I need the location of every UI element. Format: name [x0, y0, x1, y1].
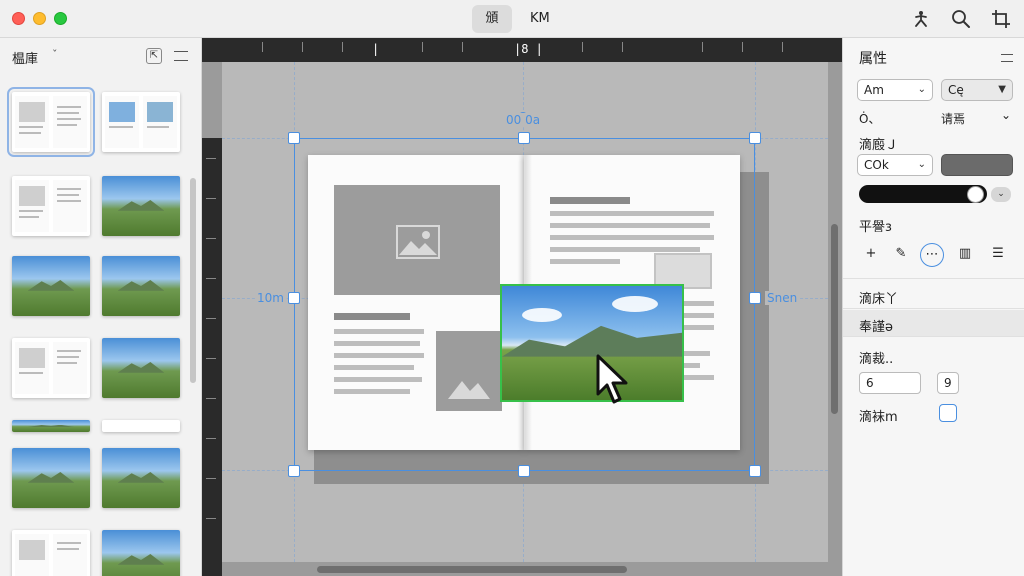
chevron-down-icon: ⌄	[917, 84, 926, 95]
selection-bounding-box[interactable]	[294, 138, 755, 471]
panel-title: 属性	[859, 51, 887, 67]
caret-down-icon: ▼	[998, 84, 1006, 95]
resize-handle-top[interactable]	[518, 132, 530, 144]
thumbnail-page-9[interactable]	[12, 420, 90, 432]
list-item-2[interactable]: 奉謹ǝ	[859, 316, 893, 335]
canvas-vertical-scrollbar[interactable]	[831, 224, 838, 414]
number-input-1[interactable]: 6	[859, 372, 921, 394]
title-bar: 頒圓 KM	[0, 0, 1024, 54]
chevron-down-icon: ⌄	[917, 159, 926, 170]
page-thumbnails-sidebar: 榅庫 ˇ ⇱	[0, 38, 202, 576]
resize-handle-bottom-right[interactable]	[749, 465, 761, 477]
font-select-value: Am	[864, 83, 884, 97]
resize-handle-top-left[interactable]	[288, 132, 300, 144]
resize-handle-right[interactable]	[749, 292, 761, 304]
thumbnail-page-11[interactable]	[12, 448, 90, 508]
row1-label: Ȯ、	[859, 112, 881, 126]
font-select[interactable]: Am ⌄	[857, 79, 933, 101]
resize-handle-bottom-left[interactable]	[288, 465, 300, 477]
pen-icon[interactable]: ✎	[889, 243, 913, 267]
thumbnail-page-12[interactable]	[102, 448, 180, 508]
slider-dropdown-icon[interactable]: ⌄	[991, 187, 1011, 202]
canvas-horizontal-scrollbar[interactable]	[317, 566, 627, 573]
thumbnail-page-10[interactable]	[102, 420, 180, 432]
thumbnail-page-8[interactable]	[102, 338, 180, 398]
chevron-down-icon[interactable]: ⌄	[1001, 108, 1011, 122]
thumbnail-page-1[interactable]	[7, 87, 95, 157]
sidebar-title: 榅庫	[12, 52, 39, 67]
thumbnail-list[interactable]	[0, 78, 190, 576]
resize-handle-left[interactable]	[288, 292, 300, 304]
color-mode-select[interactable]: COk ⌄	[857, 154, 933, 176]
sidebar-header: 榅庫 ˇ ⇱	[0, 38, 202, 74]
tab-km[interactable]: KM	[522, 5, 558, 33]
color-mode-value: COk	[864, 158, 889, 172]
minimize-window-button[interactable]	[33, 12, 46, 25]
thumbnail-page-3[interactable]	[12, 176, 90, 236]
thumbnail-page-14[interactable]	[102, 530, 180, 576]
tab-layout[interactable]: 頒圓	[472, 5, 512, 54]
left-ruler	[202, 138, 222, 576]
resize-handle-bottom[interactable]	[518, 465, 530, 477]
editor-canvas[interactable]: | |8 | 00 0a 10m Snen	[202, 38, 842, 576]
properties-panel: 属性 Am ⌄ Cę ▼ Ȯ、 请焉 ⌄ 滴廏Ｊ COk ⌄ ⌄ 平譽з + ✎ ⋯ …	[842, 38, 1024, 576]
slider-knob[interactable]	[967, 186, 984, 203]
number-input-2[interactable]: 9	[937, 372, 959, 394]
section-label-1: 滴廏Ｊ	[859, 138, 899, 153]
section-label-4: 滴袜m	[859, 410, 898, 425]
list-item-1[interactable]: 滴床丫	[859, 288, 898, 307]
close-window-button[interactable]	[12, 12, 25, 25]
person-pose-icon[interactable]	[910, 8, 932, 30]
menu-icon[interactable]	[174, 51, 188, 61]
panel-menu-icon[interactable]	[1001, 54, 1013, 62]
ruler-marker: |	[372, 42, 380, 56]
crop-icon[interactable]	[990, 8, 1012, 30]
chevron-down-icon[interactable]: ˇ	[52, 48, 58, 61]
size-select[interactable]: Cę ▼	[941, 79, 1013, 101]
thumbnail-page-13[interactable]	[12, 530, 90, 576]
add-icon[interactable]: +	[859, 243, 883, 267]
left-dimension-label: 10m	[255, 291, 286, 305]
checkbox[interactable]	[939, 404, 957, 422]
columns-icon[interactable]: ▥	[953, 243, 977, 267]
thumbnail-page-6[interactable]	[102, 256, 180, 316]
row1-value[interactable]: 请焉	[941, 110, 965, 127]
align-icon[interactable]: ☰	[986, 243, 1010, 267]
zoom-window-button[interactable]	[54, 12, 67, 25]
spread-canvas[interactable]: 00 0a 10m Snen	[222, 62, 828, 562]
width-dimension-label: 00 0a	[504, 113, 543, 127]
collapse-icon[interactable]: ⇱	[146, 48, 162, 64]
mouse-pointer-icon	[596, 354, 628, 404]
sidebar-scrollbar[interactable]	[190, 178, 196, 383]
right-dimension-label: Snen	[765, 291, 800, 305]
top-ruler: | |8 |	[202, 38, 842, 62]
color-swatch[interactable]	[941, 154, 1013, 176]
size-select-value: Cę	[948, 83, 964, 97]
search-icon[interactable]	[950, 8, 972, 30]
ruler-marker-center: |8 |	[514, 42, 543, 56]
thumbnail-page-4[interactable]	[102, 176, 180, 236]
section-label-2: 平譽з	[859, 220, 892, 235]
dashed-circle-icon[interactable]: ⋯	[920, 243, 944, 267]
app-window: 頒圓 KM 榅庫 ˇ ⇱	[0, 0, 1024, 576]
resize-handle-top-right[interactable]	[749, 132, 761, 144]
thumbnail-page-5[interactable]	[12, 256, 90, 316]
section-label-3: 滴裁..	[859, 352, 894, 367]
thumbnail-page-2[interactable]	[102, 92, 180, 152]
thumbnail-page-7[interactable]	[12, 338, 90, 398]
